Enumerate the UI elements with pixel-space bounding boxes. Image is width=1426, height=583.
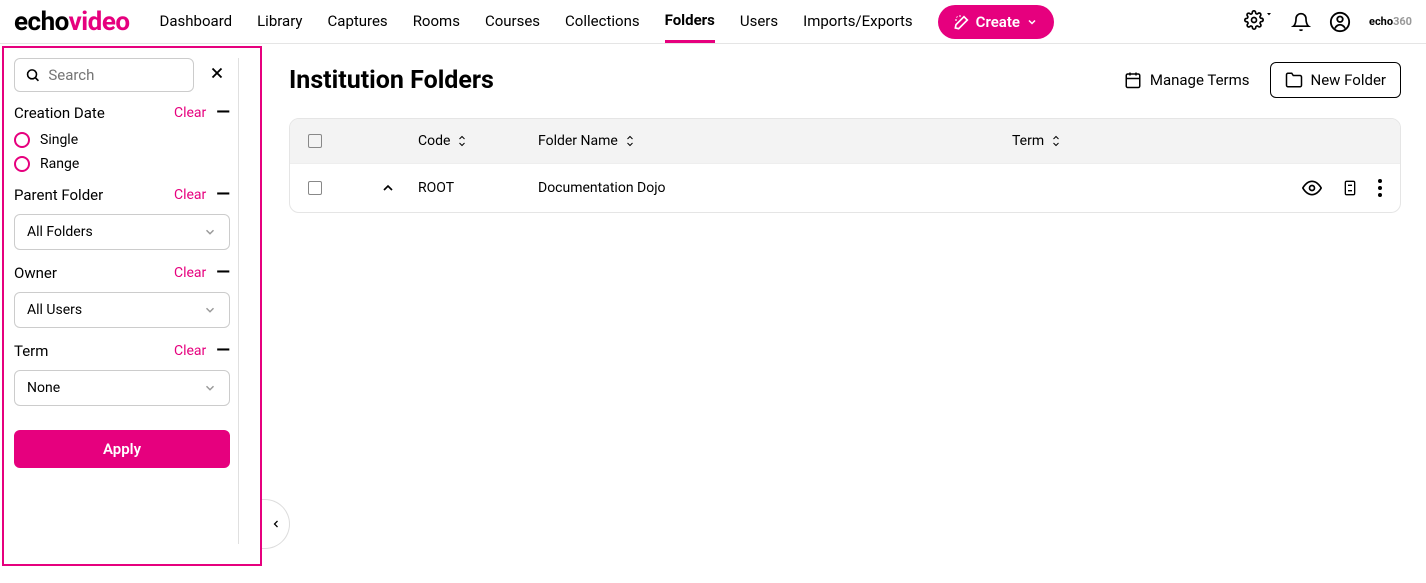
chevron-down-icon [1265,10,1273,18]
brand-small-right: 360 [1393,15,1412,28]
radio-icon [14,132,30,148]
select-owner-value: All Users [27,302,82,318]
close-search-button[interactable] [204,60,230,90]
select-all-checkbox[interactable] [308,134,322,148]
close-icon [208,64,226,82]
card-icon[interactable] [1342,178,1358,198]
search-input[interactable] [48,66,183,84]
main-layout: Creation Date Clear — Single Range [0,44,1426,583]
logo-text-right: video [69,7,130,37]
chevron-down-icon [203,225,217,239]
radio-range-label: Range [40,156,79,172]
nav-collections[interactable]: Collections [565,1,640,43]
create-button-label: Create [976,13,1020,31]
sort-icon[interactable] [1050,134,1062,148]
th-folder-name[interactable]: Folder Name [538,133,618,149]
row-folder-name: Documentation Dojo [538,180,666,196]
settings-dropdown[interactable] [1244,10,1273,34]
content-area: Institution Folders Manage Terms New Fol… [264,44,1426,583]
select-parent-folder-value: All Folders [27,224,93,240]
chevron-left-icon [270,518,282,530]
nav-links: Dashboard Library Captures Rooms Courses… [160,0,913,43]
nav-library[interactable]: Library [257,1,302,43]
collapse-owner[interactable]: — [216,264,230,282]
select-owner[interactable]: All Users [14,292,230,328]
chevron-down-icon [203,381,217,395]
manage-terms-link[interactable]: Manage Terms [1124,71,1250,89]
radio-single[interactable]: Single [14,132,230,148]
more-icon[interactable] [1378,179,1382,197]
filter-parent-folder-title: Parent Folder [14,186,103,204]
clear-parent-folder[interactable]: Clear [174,187,206,203]
calendar-icon [1124,71,1142,89]
filter-owner-title: Owner [14,264,57,282]
filter-owner: Owner Clear — All Users [14,264,230,328]
nav-folders[interactable]: Folders [665,0,715,43]
create-button[interactable]: Create [938,5,1054,39]
bell-icon[interactable] [1291,12,1311,32]
chevron-up-icon[interactable] [380,180,396,196]
table-header-row: Code Folder Name Term [290,119,1400,163]
select-term-value: None [27,380,60,396]
wand-icon [954,14,970,30]
radio-range[interactable]: Range [14,156,230,172]
search-icon [25,66,40,84]
folders-table: Code Folder Name Term [289,118,1401,213]
chevron-down-icon [203,303,217,317]
clear-owner[interactable]: Clear [174,265,206,281]
nav-dashboard[interactable]: Dashboard [160,1,233,43]
nav-courses[interactable]: Courses [485,1,540,43]
apply-button[interactable]: Apply [14,430,230,468]
filter-panel: Creation Date Clear — Single Range [2,46,262,566]
nav-rooms[interactable]: Rooms [413,1,460,43]
th-term[interactable]: Term [1012,133,1044,149]
row-code: ROOT [418,180,454,196]
clear-creation-date[interactable]: Clear [174,105,206,121]
logo-text-left: echo [14,7,69,37]
user-icon[interactable] [1329,11,1351,33]
logo[interactable]: echovideo [14,7,130,37]
manage-terms-label: Manage Terms [1150,71,1250,89]
table-row[interactable]: ROOT Documentation Dojo [290,163,1400,212]
filter-creation-date: Creation Date Clear — Single Range [14,104,230,172]
new-folder-button[interactable]: New Folder [1270,62,1401,98]
nav-users[interactable]: Users [740,1,778,43]
nav-captures[interactable]: Captures [328,1,388,43]
select-parent-folder[interactable]: All Folders [14,214,230,250]
collapse-parent-folder[interactable]: — [216,186,230,204]
sort-icon[interactable] [624,134,636,148]
folder-icon [1285,71,1303,89]
filter-parent-folder: Parent Folder Clear — All Folders [14,186,230,250]
clear-term[interactable]: Clear [174,343,206,359]
top-navigation: echovideo Dashboard Library Captures Roo… [0,0,1426,44]
filter-creation-date-title: Creation Date [14,104,105,122]
nav-imports-exports[interactable]: Imports/Exports [803,1,913,43]
radio-single-label: Single [40,132,78,148]
radio-icon [14,156,30,172]
page-title: Institution Folders [289,66,494,95]
filter-term: Term Clear — None [14,342,230,406]
collapse-creation-date[interactable]: — [216,104,230,122]
th-code[interactable]: Code [418,133,450,149]
search-box[interactable] [14,58,194,92]
eye-icon[interactable] [1302,178,1322,198]
select-term[interactable]: None [14,370,230,406]
collapse-term[interactable]: — [216,342,230,360]
filter-term-title: Term [14,342,48,360]
new-folder-label: New Folder [1311,71,1386,89]
brand-small-left: echo [1369,15,1393,28]
gear-icon [1244,10,1264,30]
chevron-down-icon [1026,16,1038,28]
row-checkbox[interactable] [308,181,322,195]
brand-small: echo360 [1369,15,1412,28]
sort-icon[interactable] [456,134,468,148]
topbar-right: echo360 [1244,10,1412,34]
